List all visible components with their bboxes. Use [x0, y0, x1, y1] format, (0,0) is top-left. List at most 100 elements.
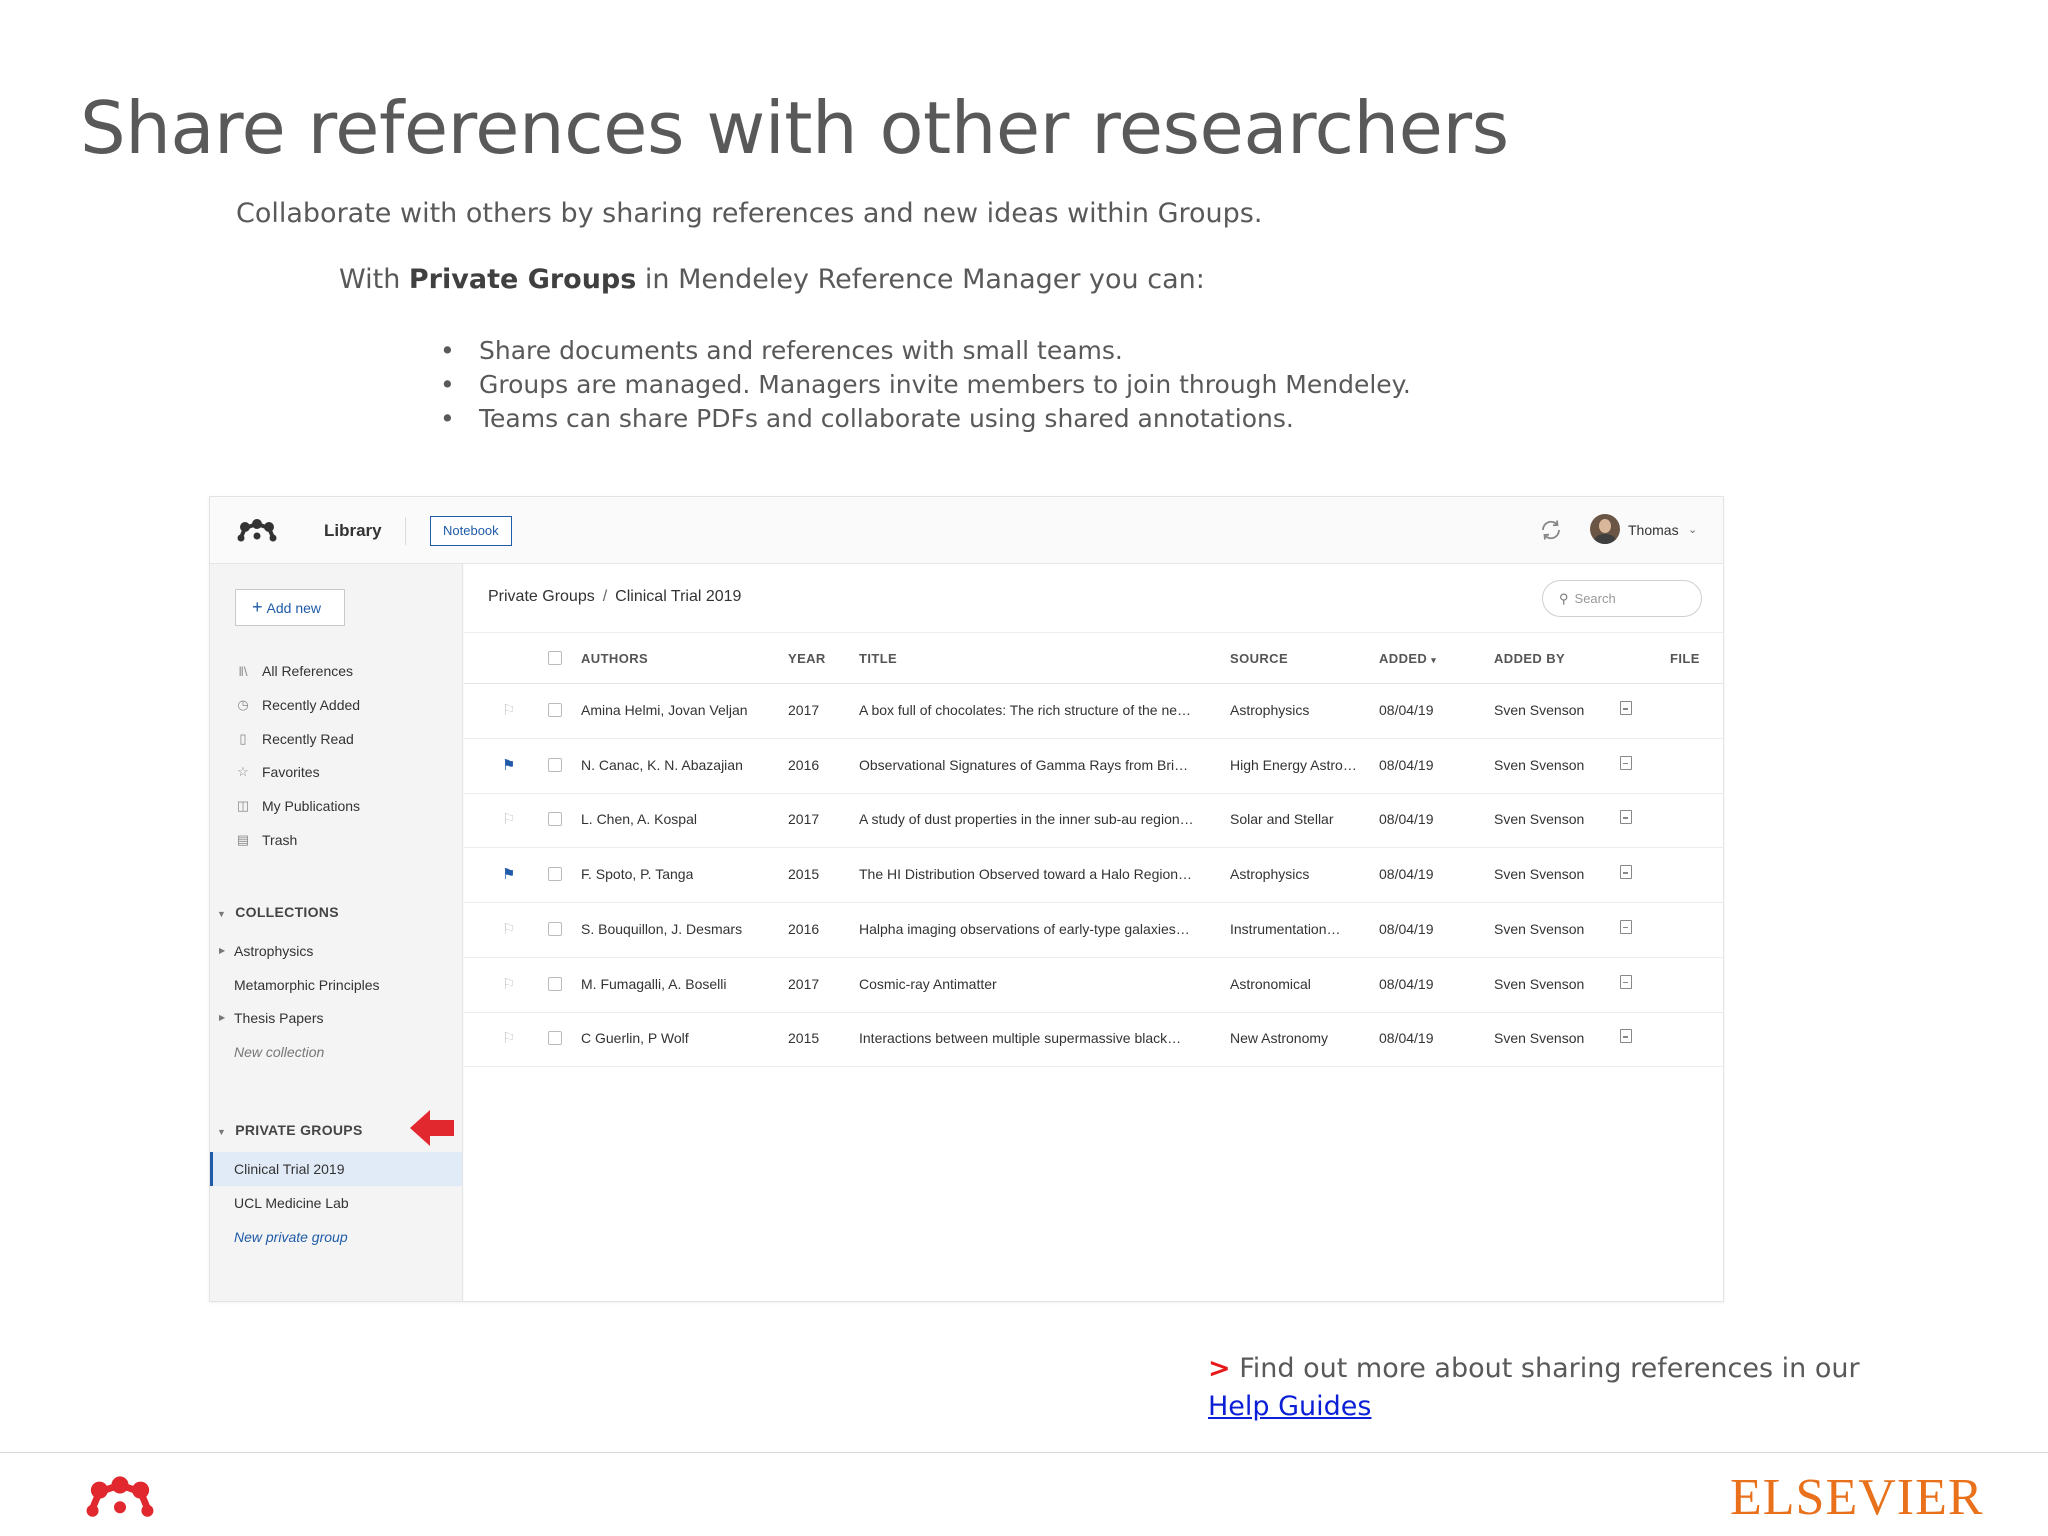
sidebar-item-label: Recently Added [262, 697, 361, 713]
avatar-body [1594, 534, 1616, 544]
breadcrumb-parent[interactable]: Private Groups [488, 588, 595, 605]
row-checkbox[interactable] [548, 812, 562, 827]
cell-added: 08/04/19 [1379, 702, 1434, 718]
sort-descending-icon: ▾ [1431, 655, 1437, 665]
tab-library[interactable]: Library [324, 521, 382, 541]
sidebar-item-recently-read[interactable]: ▯ Recently Read [234, 728, 354, 750]
table-row[interactable]: ⚐ C Guerlin, P Wolf 2015 Interactions betwe… [464, 1012, 1723, 1068]
collection-label: Astrophysics [234, 943, 314, 959]
sidebar: + Add new ‖\ All References ◷ Recently Adde… [210, 564, 463, 1301]
caret-right-icon[interactable]: ▶ [219, 1013, 225, 1022]
collection-item-thesis-papers[interactable]: ▶ Thesis Papers [219, 1010, 323, 1026]
star-icon: ☆ [237, 764, 249, 779]
row-checkbox[interactable] [548, 921, 562, 936]
flag-icon[interactable]: ⚐ [502, 975, 515, 993]
cell-year: 2015 [788, 1030, 820, 1047]
file-icon[interactable] [1620, 755, 1632, 770]
flag-icon[interactable]: ⚐ [502, 701, 515, 719]
cell-added: 08/04/19 [1379, 975, 1434, 992]
intro-suffix: in Mendeley Reference Manager you can: [636, 264, 1205, 295]
cell-authors: Amina Helmi, Jovan Veljan [581, 702, 748, 718]
clock-icon: ◷ [237, 697, 249, 712]
bullet-symbol: • [440, 370, 455, 399]
private-groups-heading[interactable]: ▼ PRIVATE GROUPS [217, 1122, 363, 1138]
sidebar-item-trash[interactable]: ▤ Trash [234, 829, 297, 851]
collection-item-metamorphic-principles[interactable]: Metamorphic Principles [234, 977, 380, 993]
row-checkbox[interactable] [548, 976, 562, 991]
table-row[interactable]: ⚐ L. Chen, A. Kospal 2017 A study of dust p… [464, 793, 1723, 849]
cell-authors: C Guerlin, P Wolf [581, 1030, 689, 1047]
cell-added: 08/04/19 [1379, 866, 1434, 883]
header-authors[interactable]: AUTHORS [581, 651, 648, 666]
row-checkbox[interactable] [548, 703, 562, 717]
table-row[interactable]: ⚐ Amina Helmi, Jovan Veljan 2017 A box full… [464, 684, 1723, 739]
sync-icon[interactable] [1539, 518, 1563, 542]
user-name[interactable]: Thomas [1628, 522, 1679, 538]
collections-heading-label: COLLECTIONS [235, 904, 339, 920]
breadcrumb-separator: / [602, 588, 608, 605]
new-private-group-link[interactable]: New private group [210, 1220, 462, 1254]
collection-label: Metamorphic Principles [234, 977, 380, 993]
collections-heading[interactable]: ▼ COLLECTIONS [217, 904, 339, 920]
file-icon[interactable] [1620, 974, 1632, 989]
header-title[interactable]: TITLE [859, 651, 897, 666]
header-source[interactable]: SOURCE [1230, 651, 1288, 666]
bullet-item: • Teams can share PDFs and collaborate us… [440, 402, 1411, 436]
bullet-text: Share documents and references with smal… [479, 336, 1123, 365]
sidebar-item-recently-added[interactable]: ◷ Recently Added [234, 694, 360, 716]
tab-notebook[interactable]: Notebook [430, 516, 512, 546]
private-groups-heading-label: PRIVATE GROUPS [235, 1122, 363, 1138]
new-collection-link[interactable]: New collection [234, 1044, 324, 1060]
cell-title: A study of dust properties in the inner … [859, 811, 1194, 828]
add-new-button[interactable]: + Add new [235, 589, 345, 626]
cell-title: Observational Signatures of Gamma Rays f… [859, 756, 1189, 773]
table-row[interactable]: ⚑ N. Canac, K. N. Abazajian 2016 Observatio… [464, 739, 1723, 794]
flag-icon[interactable]: ⚐ [502, 920, 515, 938]
flag-icon[interactable]: ⚐ [502, 810, 515, 828]
cell-title: A box full of chocolates: The rich struc… [859, 702, 1192, 718]
flag-icon[interactable]: ⚐ [502, 1029, 515, 1047]
flag-icon[interactable]: ⚑ [502, 756, 515, 774]
file-icon[interactable] [1620, 865, 1632, 880]
row-checkbox[interactable] [548, 1031, 562, 1046]
table-row[interactable]: ⚑ F. Spoto, P. Tanga 2015 The HI Distributi… [464, 848, 1723, 904]
table-row[interactable]: ⚐ M. Fumagalli, A. Boselli 2017 Cosmic-ray … [464, 958, 1723, 1013]
caret-right-icon[interactable]: ▶ [219, 946, 225, 955]
file-icon[interactable] [1620, 1029, 1632, 1044]
row-checkbox[interactable] [548, 867, 562, 882]
search-input[interactable]: ⚲ Search [1542, 580, 1702, 617]
file-icon[interactable] [1620, 919, 1632, 934]
header-added[interactable]: ADDED ▾ [1379, 651, 1436, 666]
group-item-ucl-medicine-lab[interactable]: UCL Medicine Lab [210, 1186, 462, 1220]
table-header: AUTHORS YEAR TITLE SOURCE ADDED ▾ ADDED … [464, 632, 1723, 684]
help-guides-link[interactable]: Help Guides [1208, 1391, 1372, 1422]
group-item-clinical-trial-2019[interactable]: Clinical Trial 2019 [210, 1152, 462, 1186]
slide-title: Share references with other researchers [80, 86, 1509, 170]
red-arrow-icon [410, 1110, 454, 1146]
header-file[interactable]: FILE [1670, 651, 1700, 666]
select-all-checkbox[interactable] [548, 651, 562, 665]
trash-icon: ▤ [236, 832, 250, 847]
find-more-label: Find out more about sharing references i… [1230, 1353, 1860, 1384]
find-more-marker: > [1208, 1353, 1231, 1384]
cell-source: Instrumentation… [1230, 920, 1341, 937]
sidebar-item-my-publications[interactable]: ◫ My Publications [234, 795, 360, 817]
sidebar-item-favorites[interactable]: ☆ Favorites [234, 761, 319, 783]
table-row[interactable]: ⚐ S. Bouquillon, J. Desmars 2016 Halpha ima… [464, 903, 1723, 958]
header-added-by[interactable]: ADDED BY [1494, 651, 1565, 666]
chevron-down-icon[interactable]: ⌄ [1688, 523, 1697, 536]
collection-item-astrophysics[interactable]: ▶ Astrophysics [219, 943, 314, 959]
header-added-label: ADDED [1379, 651, 1428, 666]
sidebar-item-label: Recently Read [262, 731, 354, 747]
mendeley-app-window: Library Notebook Thomas ⌄ + Add new ‖\ All… [209, 496, 1724, 1302]
flag-icon[interactable]: ⚑ [502, 865, 515, 883]
sidebar-item-all-references[interactable]: ‖\ All References [234, 660, 354, 682]
avatar[interactable] [1590, 514, 1620, 544]
header-year[interactable]: YEAR [788, 651, 826, 666]
search-placeholder: Search [1574, 591, 1616, 606]
row-checkbox[interactable] [548, 757, 562, 772]
bullet-symbol: • [440, 404, 455, 433]
file-icon[interactable] [1620, 810, 1632, 825]
file-icon[interactable] [1620, 701, 1632, 715]
cell-source: Astronomical [1230, 975, 1311, 992]
